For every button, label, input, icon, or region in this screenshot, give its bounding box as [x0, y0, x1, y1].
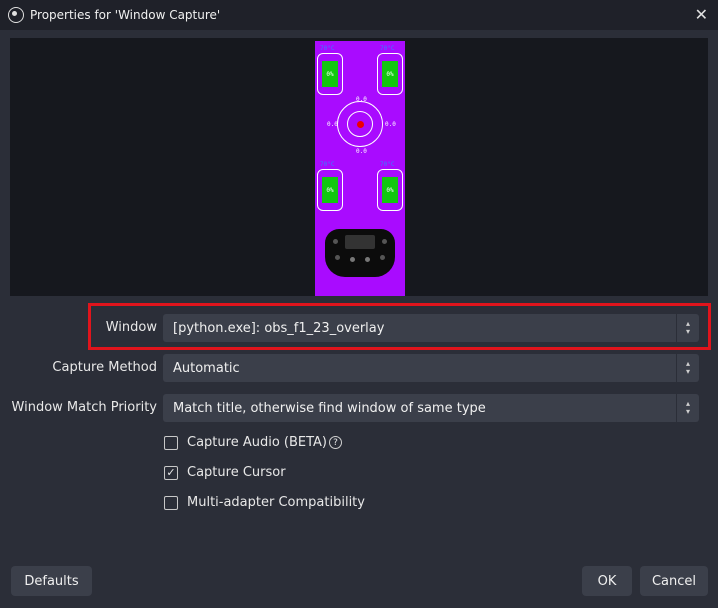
wheel-button	[365, 257, 370, 262]
tire-wear: 0%	[322, 177, 338, 203]
capture-cursor-checkbox[interactable]: ✓ Capture Cursor	[164, 465, 286, 480]
tire-temp: 70°C	[380, 45, 395, 52]
gforce-left-value: 0.0	[327, 121, 338, 128]
wheel-button	[350, 257, 355, 262]
match-priority-label: Window Match Priority	[11, 400, 157, 415]
capture-cursor-label: Capture Cursor	[187, 465, 286, 480]
overlay-preview: 70°C 0% 70°C 0% 0.0 0.0 0.0 0.0 70°C 0% …	[315, 41, 405, 296]
wheel-button	[333, 239, 338, 244]
cancel-button[interactable]: Cancel	[640, 566, 708, 596]
chevron-up-down-icon: ▴ ▾	[676, 354, 699, 382]
help-icon[interactable]: ?	[329, 436, 343, 449]
title-bar: Properties for 'Window Capture' ✕	[0, 0, 718, 30]
tire-front-left: 70°C 0%	[317, 45, 343, 95]
gforce-dot	[357, 121, 364, 128]
obs-logo-icon	[8, 7, 24, 23]
multi-adapter-label: Multi-adapter Compatibility	[187, 495, 365, 510]
ok-button[interactable]: OK	[582, 566, 632, 596]
steering-wheel-icon	[325, 229, 395, 277]
gforce-right-value: 0.0	[385, 121, 396, 128]
capture-preview: 70°C 0% 70°C 0% 0.0 0.0 0.0 0.0 70°C 0% …	[10, 38, 708, 296]
tire-rear-left: 70°C 0%	[317, 161, 343, 211]
match-priority-value: Match title, otherwise find window of sa…	[173, 400, 486, 416]
checkbox-checked-icon[interactable]: ✓	[164, 465, 178, 480]
defaults-button[interactable]: Defaults	[11, 566, 92, 596]
wheel-button	[335, 255, 340, 260]
tire-front-right: 70°C 0%	[377, 45, 403, 95]
tire-temp: 70°C	[320, 45, 335, 52]
close-icon[interactable]: ✕	[695, 5, 708, 24]
window-select[interactable]: [python.exe]: obs_f1_23_overlay ▴ ▾	[163, 314, 699, 342]
window-label: Window	[105, 320, 157, 335]
tire-rear-right: 70°C 0%	[377, 161, 403, 211]
capture-audio-checkbox[interactable]: Capture Audio (BETA) ?	[164, 435, 343, 450]
capture-audio-label: Capture Audio (BETA)	[187, 435, 328, 450]
gforce-top-value: 0.0	[356, 96, 367, 103]
tire-temp: 70°C	[380, 161, 395, 168]
tire-wear: 0%	[382, 61, 398, 87]
checkbox-unchecked-icon[interactable]	[164, 495, 178, 510]
match-priority-select[interactable]: Match title, otherwise find window of sa…	[163, 394, 699, 422]
capture-method-value: Automatic	[173, 360, 240, 376]
wheel-button	[380, 255, 385, 260]
wheel-button	[382, 239, 387, 244]
wheel-display	[345, 235, 375, 249]
capture-method-label: Capture Method	[52, 360, 157, 375]
window-select-value: [python.exe]: obs_f1_23_overlay	[173, 320, 385, 336]
tire-wear: 0%	[382, 177, 398, 203]
window-title: Properties for 'Window Capture'	[30, 8, 221, 22]
checkbox-unchecked-icon[interactable]	[164, 435, 178, 450]
chevron-up-down-icon: ▴ ▾	[676, 314, 699, 342]
gforce-bottom-value: 0.0	[356, 148, 367, 155]
g-force-meter	[337, 101, 383, 147]
chevron-up-down-icon: ▴ ▾	[676, 394, 699, 422]
tire-wear: 0%	[322, 61, 338, 87]
tire-temp: 70°C	[320, 161, 335, 168]
multi-adapter-checkbox[interactable]: Multi-adapter Compatibility	[164, 495, 365, 510]
capture-method-select[interactable]: Automatic ▴ ▾	[163, 354, 699, 382]
